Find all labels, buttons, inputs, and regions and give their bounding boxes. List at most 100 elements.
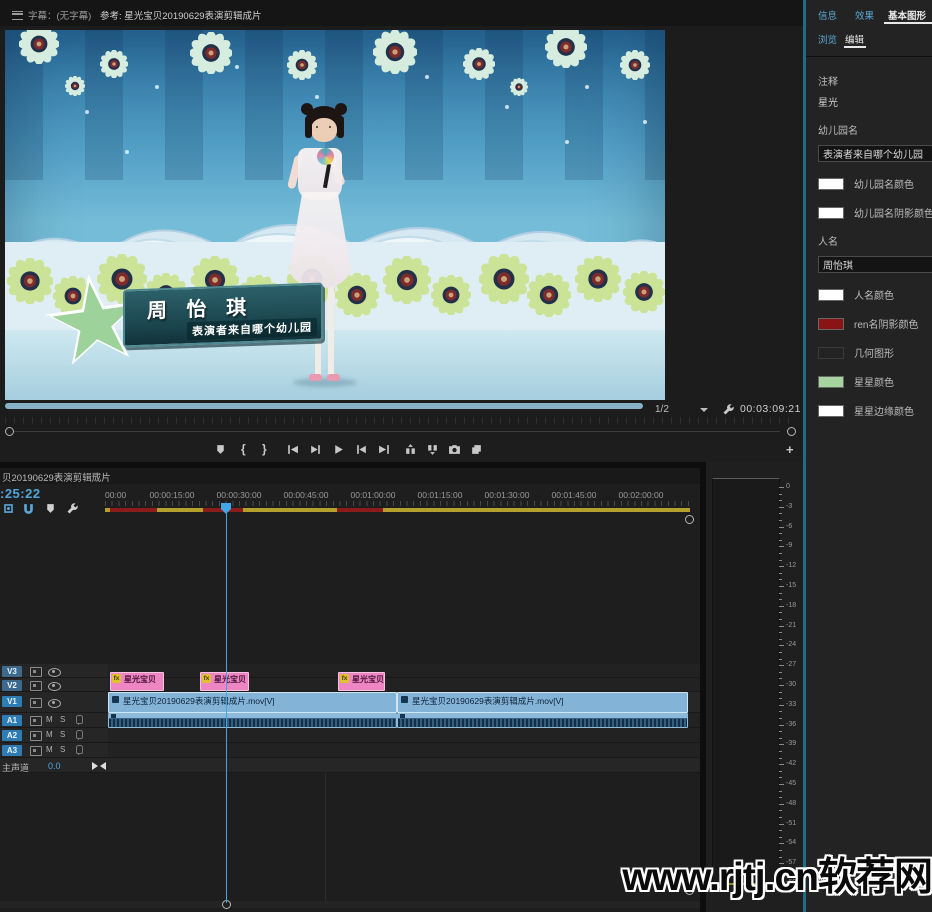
audio-clip[interactable] [108, 713, 397, 728]
subtab-edit[interactable]: 编辑 [845, 32, 864, 46]
step-back-button[interactable] [309, 443, 323, 457]
playhead-line[interactable] [226, 505, 227, 903]
swatch-label: 幼儿园名阴影颜色 [854, 205, 932, 220]
tab-info[interactable]: 信息 [818, 8, 837, 22]
graphic-clip[interactable]: fx星光宝贝 [200, 672, 249, 691]
meter-tick [779, 513, 782, 514]
sunflower-decoration [100, 50, 128, 78]
track-lock-icon[interactable] [30, 746, 42, 756]
chevron-down-icon[interactable] [700, 408, 708, 416]
track-select-a3[interactable]: A3 [2, 745, 22, 756]
audio-clip[interactable] [397, 713, 688, 728]
play-button[interactable] [332, 443, 346, 457]
keyframe-bowtie-icon[interactable] [92, 762, 106, 770]
track-select-v3[interactable]: V3 [2, 666, 22, 677]
meter-tick [779, 771, 782, 772]
tab-effects[interactable]: 效果 [855, 8, 874, 22]
track-lane-v3[interactable] [108, 664, 700, 678]
scrollbar-handle-left[interactable] [5, 427, 14, 436]
graphic-clip[interactable]: fx星光宝贝 [110, 672, 164, 691]
mark-in-button[interactable]: { [241, 442, 246, 456]
mark-out-button[interactable]: } [262, 442, 267, 456]
graphic-clip[interactable]: fx星光宝贝 [338, 672, 385, 691]
export-frame-button[interactable] [448, 443, 462, 457]
sequence-duration: 00:03:09:21 [740, 403, 801, 415]
comparison-view-button[interactable] [470, 443, 484, 457]
voiceover-mic-icon[interactable] [76, 745, 83, 754]
monitor-mini-timeline[interactable] [5, 417, 795, 424]
lift-button[interactable] [404, 443, 418, 457]
color-swatch[interactable] [818, 178, 844, 190]
video-clip[interactable]: 星光宝贝20190629表演剪辑成片.mov[V] [397, 692, 688, 713]
playback-resolution-select[interactable]: 1/2 [655, 404, 669, 415]
color-swatch[interactable] [818, 405, 844, 417]
mute-button[interactable]: M [46, 715, 53, 724]
fx-badge: fx [340, 674, 349, 683]
color-swatch[interactable] [818, 318, 844, 330]
track-lock-icon[interactable] [30, 698, 42, 708]
scrollbar-handle-right[interactable] [787, 427, 796, 436]
track-output-eye-icon[interactable] [48, 682, 61, 691]
track-output-eye-icon[interactable] [48, 699, 61, 708]
text-input[interactable] [818, 145, 932, 162]
mute-button[interactable]: M [46, 745, 53, 754]
track-select-v2[interactable]: V2 [2, 680, 22, 691]
solo-button[interactable]: S [60, 715, 65, 724]
clip-fx-icon [112, 696, 119, 703]
color-swatch[interactable] [818, 207, 844, 219]
tab-essential-graphics[interactable]: 基本图形 [888, 8, 926, 22]
track-output-eye-icon[interactable] [48, 668, 61, 677]
track-lock-icon[interactable] [30, 731, 42, 741]
color-swatch[interactable] [818, 289, 844, 301]
step-forward-button[interactable] [355, 443, 369, 457]
meter-tick [779, 606, 784, 607]
track-select-a2[interactable]: A2 [2, 730, 22, 741]
monitor-settings-icon[interactable] [722, 403, 736, 417]
color-swatch[interactable] [818, 376, 844, 388]
timeline-marker-icon[interactable] [44, 502, 58, 516]
add-marker-button[interactable] [214, 443, 228, 457]
timeline-settings-icon[interactable] [66, 502, 80, 516]
voiceover-mic-icon[interactable] [76, 715, 83, 724]
sunflower-decoration [7, 258, 53, 304]
tab-reference[interactable]: 参考: 星光宝贝20190629表演剪辑成片 [100, 8, 262, 22]
meter-tick [779, 645, 784, 646]
insert-overwrite-icon[interactable] [2, 502, 16, 516]
timeline-panel-menu-icon[interactable]: ≡ [92, 470, 98, 481]
solo-button[interactable]: S [60, 730, 65, 739]
tab-caption[interactable]: 字幕：(无字幕) [28, 8, 91, 22]
text-input[interactable] [818, 256, 932, 273]
track-select-v1[interactable]: V1 [2, 696, 22, 707]
master-gain-value[interactable]: 0.0 [48, 761, 61, 771]
video-clip[interactable]: 星光宝贝20190629表演剪辑成片.mov[V] [108, 692, 397, 713]
timeline-scrollbar[interactable] [0, 901, 700, 908]
track-lock-icon[interactable] [30, 716, 42, 726]
meter-tick [779, 764, 784, 765]
monitor-zoom-scrollbar[interactable] [5, 403, 643, 409]
mute-button[interactable]: M [46, 730, 53, 739]
meter-tick [779, 718, 782, 719]
color-swatch[interactable] [818, 347, 844, 359]
meter-tick [779, 652, 782, 653]
track-lane-a3[interactable] [108, 743, 700, 758]
track-select-a1[interactable]: A1 [2, 715, 22, 726]
track-lock-icon[interactable] [30, 667, 42, 677]
track-lane-a2[interactable] [108, 728, 700, 743]
sunflower-decoration [527, 273, 571, 317]
swatch-row: 几何图形 [818, 345, 932, 360]
snap-magnet-icon[interactable] [22, 502, 36, 516]
panel-menu-icon[interactable] [12, 11, 23, 20]
button-editor-button[interactable]: + [786, 442, 794, 457]
solo-button[interactable]: S [60, 745, 65, 754]
extract-button[interactable] [426, 443, 440, 457]
track-lock-icon[interactable] [30, 681, 42, 691]
voiceover-mic-icon[interactable] [76, 730, 83, 739]
track-lane-v2[interactable] [108, 678, 700, 692]
timeline-scroll-handle-top[interactable] [685, 515, 694, 524]
sparkle-dot [315, 95, 319, 99]
subtab-browse[interactable]: 浏览 [818, 32, 837, 46]
go-to-out-button[interactable] [378, 443, 392, 457]
monitor-scroll-track[interactable] [14, 431, 780, 432]
go-to-in-button[interactable] [286, 443, 300, 457]
timeline-tab-bar: 贝20190629表演剪辑成片 ≡ [0, 468, 700, 484]
